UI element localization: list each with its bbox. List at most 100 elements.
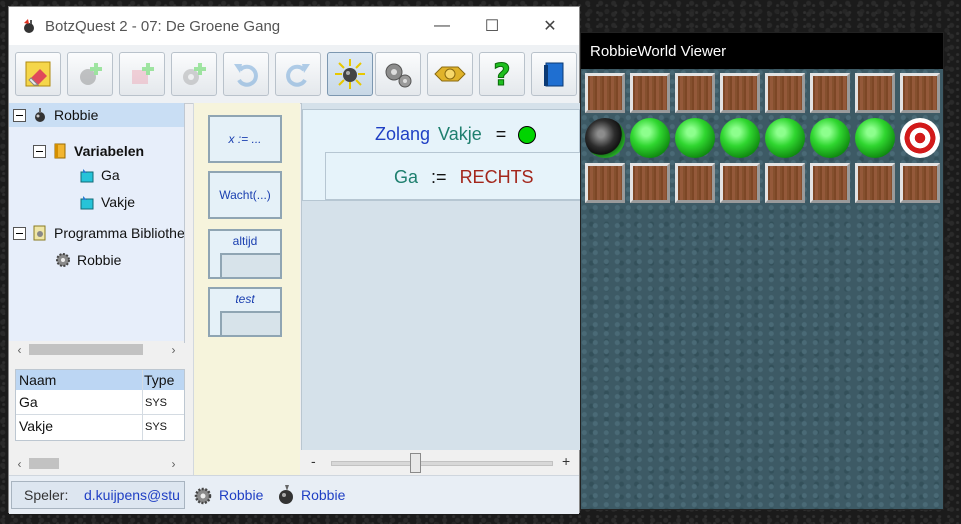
wall-tile	[855, 163, 895, 203]
green-gem-icon	[810, 118, 850, 158]
while-keyword: Zolang	[375, 124, 431, 144]
tree-item-ga[interactable]: Ga	[79, 163, 120, 187]
slider-track[interactable]	[331, 461, 553, 466]
badge-button[interactable]	[427, 52, 473, 96]
settings-button[interactable]	[375, 52, 421, 96]
library-icon	[33, 225, 46, 241]
wall-tile	[675, 163, 715, 203]
column-divider	[142, 370, 143, 440]
scroll-thumb[interactable]	[29, 458, 59, 469]
status-robot[interactable]: Robbie	[301, 487, 345, 503]
while-variable: Vakje	[438, 124, 482, 144]
close-button[interactable]: ✕	[525, 7, 575, 45]
wall-tile	[765, 163, 805, 203]
assign-statement[interactable]: Ga := RECHTS	[325, 152, 581, 200]
redo-icon	[286, 64, 310, 87]
gears-icon	[385, 63, 412, 88]
table-horizontal-scrollbar[interactable]: ‹ ›	[9, 455, 184, 472]
tree-horizontal-scrollbar[interactable]: ‹ ›	[9, 341, 184, 358]
collapse-toggle[interactable]	[13, 108, 26, 122]
robot-icon	[585, 118, 625, 158]
test-block[interactable]: test	[208, 287, 282, 337]
viewer-title: RobbieWorld Viewer	[590, 42, 727, 60]
tree-item-variabelen[interactable]: Variabelen	[33, 139, 144, 163]
green-circle-icon[interactable]	[518, 125, 537, 144]
green-gem-icon	[630, 118, 670, 158]
wall-tile	[585, 73, 625, 113]
green-gem-icon	[675, 118, 715, 158]
tree-item-label: Vakje	[101, 194, 135, 210]
test-block-slot	[220, 311, 280, 335]
add-robot-button[interactable]	[67, 52, 113, 96]
add-variable-icon	[132, 63, 154, 84]
table-cell-type: SYS	[145, 397, 168, 409]
undo-button[interactable]	[223, 52, 269, 96]
player-box: Speler: d.kuijpens@stu	[11, 481, 185, 509]
scroll-thumb[interactable]	[29, 344, 143, 355]
tree-item-robbie-program[interactable]: Robbie	[55, 248, 121, 272]
add-robot-icon	[80, 63, 102, 85]
variables-table: Naam Type Ga SYS Vakje SYS	[15, 369, 185, 441]
redo-button[interactable]	[275, 52, 321, 96]
green-gem-icon	[765, 118, 805, 158]
player-value: d.kuijpens@stu	[84, 487, 180, 503]
wall-tile	[720, 163, 760, 203]
green-gem-icon	[855, 118, 895, 158]
gear-icon	[194, 487, 212, 505]
eraser-icon	[25, 61, 51, 87]
tree-item-label: Robbie	[54, 107, 99, 123]
title-bar: BotzQuest 2 - 07: De Groene Gang — ☐ ✕	[9, 7, 579, 45]
zoom-in-button[interactable]: +	[562, 453, 570, 469]
book-button[interactable]	[531, 52, 577, 96]
maximize-button[interactable]: ☐	[467, 7, 517, 45]
while-operator: =	[495, 124, 507, 144]
scroll-left-arrow-icon[interactable]: ‹	[11, 341, 28, 358]
assign-content: Ga := RECHTS	[394, 167, 534, 188]
code-editor[interactable]: Zolang Vakje = Ga := RECHTS	[301, 103, 581, 450]
forever-block[interactable]: altijd	[208, 229, 282, 279]
robot-icon	[35, 108, 45, 122]
slider-thumb[interactable]	[409, 453, 421, 473]
botzquest-window: BotzQuest 2 - 07: De Groene Gang — ☐ ✕ ?…	[8, 6, 581, 514]
viewer-title-bar: RobbieWorld Viewer	[581, 33, 943, 69]
scroll-left-arrow-icon[interactable]: ‹	[11, 455, 28, 472]
wall-tile	[855, 73, 895, 113]
tree-item-robbie[interactable]: Robbie	[9, 103, 184, 127]
eraser-button[interactable]	[15, 52, 61, 96]
wall-tile	[630, 73, 670, 113]
column-header-type[interactable]: Type	[144, 372, 174, 388]
tree-item-label: Ga	[101, 167, 120, 183]
while-block[interactable]: Zolang Vakje = Ga := RECHTS	[302, 109, 581, 201]
green-gem-icon	[720, 118, 760, 158]
scroll-right-arrow-icon[interactable]: ›	[165, 455, 182, 472]
tree-item-programma-bibliotheek[interactable]: Programma Bibliotheek	[13, 221, 184, 245]
zoom-out-button[interactable]: -	[311, 453, 316, 469]
question-mark-icon: ?	[493, 58, 511, 90]
minimize-button[interactable]: —	[417, 7, 467, 45]
add-procedure-button[interactable]	[171, 52, 217, 96]
folder-icon	[54, 143, 66, 159]
table-row[interactable]: Ga SYS	[16, 391, 184, 415]
robbieworld-viewer: RobbieWorld Viewer	[580, 32, 944, 510]
collapse-toggle[interactable]	[13, 226, 26, 240]
run-robot-button[interactable]	[327, 52, 373, 96]
assign-value: RECHTS	[459, 167, 534, 187]
assign-block-label: x := ...	[228, 132, 262, 146]
wait-block[interactable]: Wacht(...)	[208, 171, 282, 219]
tree-item-vakje[interactable]: Vakje	[79, 190, 135, 214]
column-header-naam[interactable]: Naam	[19, 372, 56, 388]
scroll-right-arrow-icon[interactable]: ›	[165, 341, 182, 358]
add-variable-button[interactable]	[119, 52, 165, 96]
assign-block[interactable]: x := ...	[208, 115, 282, 163]
gold-badge-icon	[434, 66, 466, 82]
status-program[interactable]: Robbie	[219, 487, 263, 503]
table-cell-naam: Vakje	[19, 418, 53, 434]
table-row[interactable]: Vakje SYS	[16, 415, 184, 438]
table-cell-type: SYS	[145, 421, 168, 433]
collapse-toggle[interactable]	[33, 144, 46, 158]
assign-variable: Ga	[394, 167, 419, 187]
wait-block-label: Wacht(...)	[219, 188, 271, 202]
wall-tile	[720, 73, 760, 113]
wall-tile	[630, 163, 670, 203]
help-button[interactable]: ?	[479, 52, 525, 96]
